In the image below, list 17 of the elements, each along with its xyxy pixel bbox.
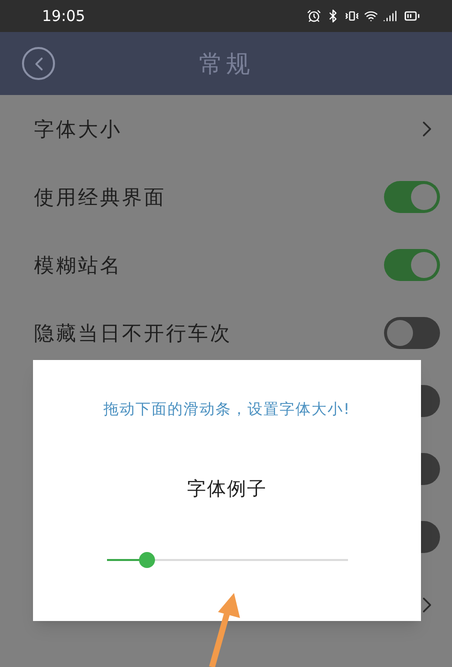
signal-icon xyxy=(383,9,397,23)
alarm-icon xyxy=(307,9,321,23)
setting-label: 使用经典界面 xyxy=(34,184,166,211)
setting-label: 字体大小 xyxy=(34,116,122,143)
vibrate-icon xyxy=(345,9,359,23)
setting-label: 隐藏当日不开行车次 xyxy=(34,320,232,347)
back-button[interactable] xyxy=(22,47,55,80)
toggle-switch[interactable] xyxy=(384,181,440,213)
setting-label: 模糊站名 xyxy=(34,252,122,279)
toggle-switch[interactable] xyxy=(384,249,440,281)
font-sample: 字体例子 xyxy=(187,476,267,502)
status-time: 19:05 xyxy=(42,6,86,27)
wifi-icon xyxy=(364,9,378,23)
header-title: 常规 xyxy=(199,48,253,80)
dialog-message: 拖动下面的滑动条，设置字体大小! xyxy=(103,399,350,420)
toggle-switch[interactable] xyxy=(384,317,440,349)
slider-thumb[interactable] xyxy=(139,552,156,568)
